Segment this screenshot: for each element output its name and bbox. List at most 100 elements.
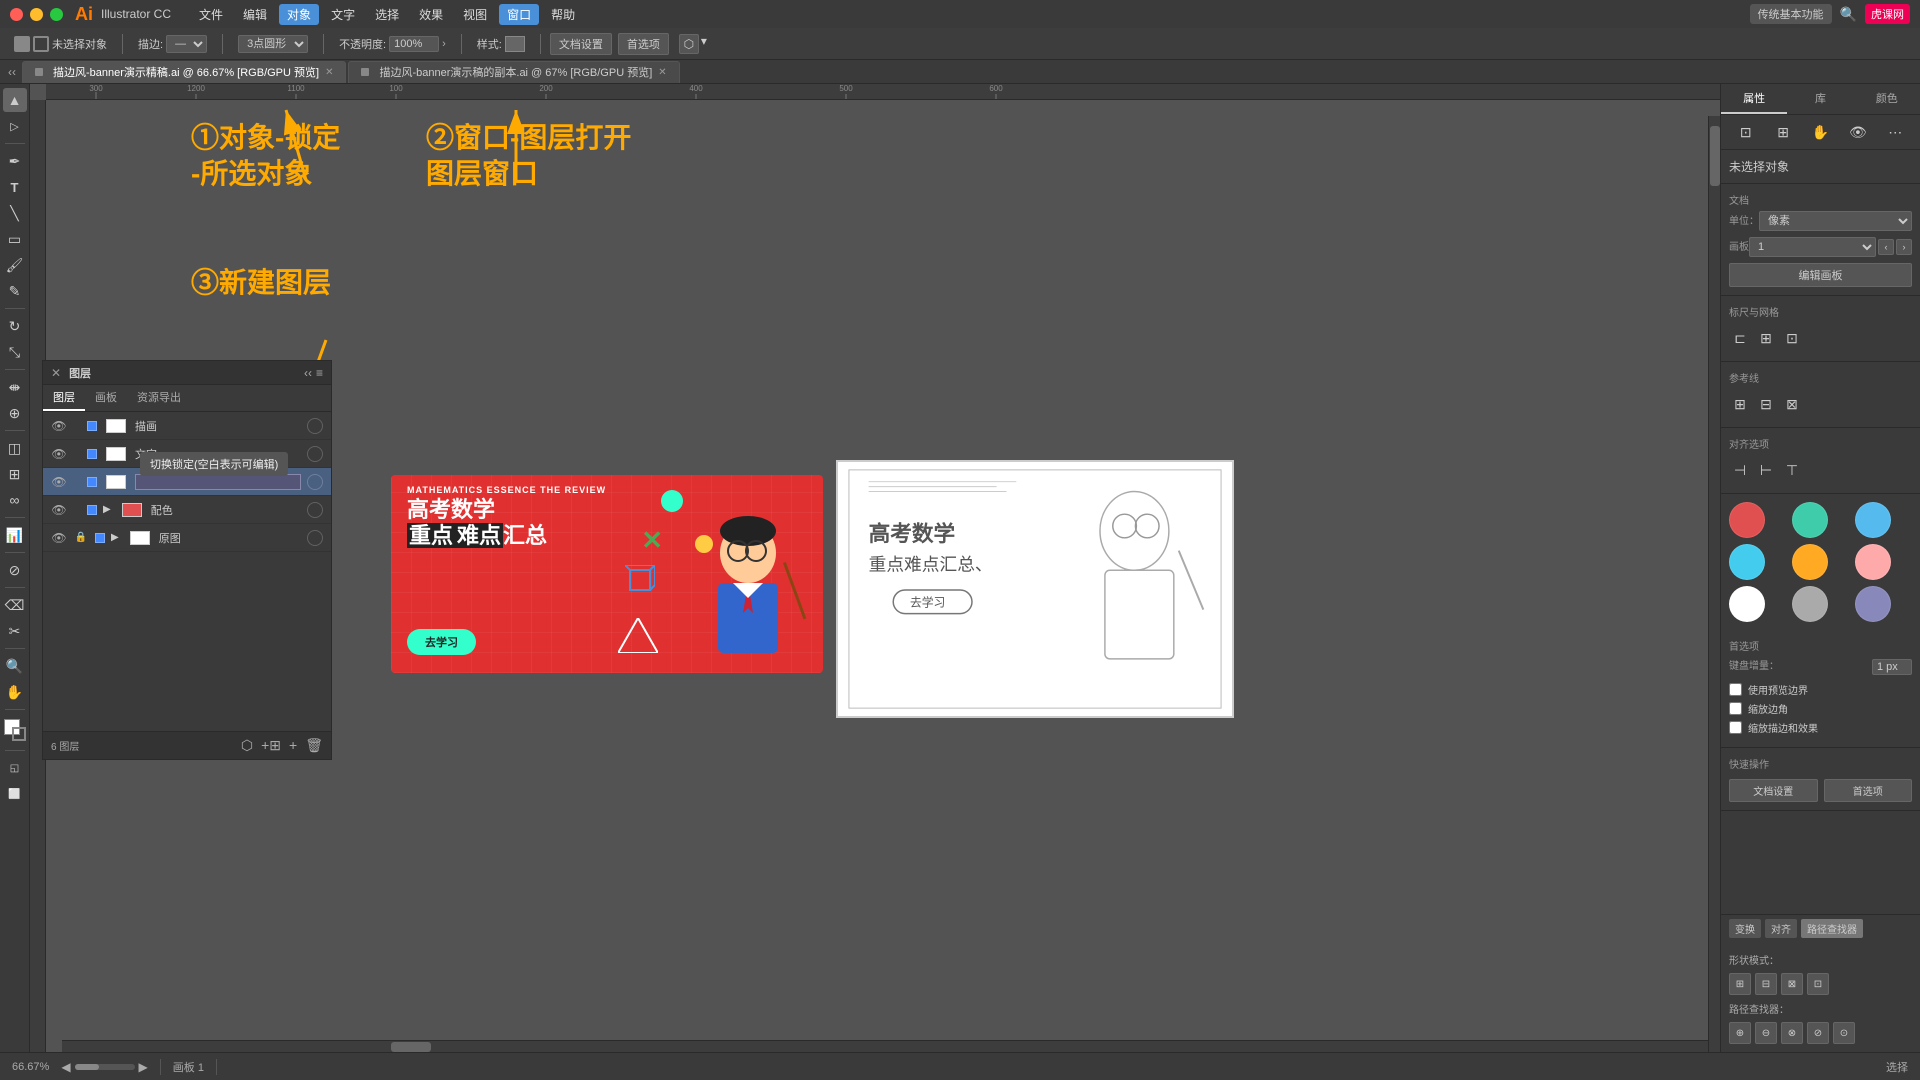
width-tool[interactable]: ⇼ — [3, 375, 27, 399]
doc-settings-button[interactable]: 文档设置 — [550, 33, 612, 55]
scale-tool[interactable]: ⤡ — [3, 340, 27, 364]
shape-mode-1[interactable]: ⊞ — [1729, 973, 1751, 995]
menu-effects[interactable]: 效果 — [411, 4, 451, 25]
transform-tab[interactable]: 变换 — [1729, 919, 1761, 938]
layer-row-wenzi[interactable]: 👁 文字 — [43, 440, 331, 468]
layers-collapse-icon[interactable]: ‹‹ — [304, 366, 312, 380]
scissors-tool[interactable]: ✂ — [3, 619, 27, 643]
pf-2[interactable]: ⊖ — [1755, 1022, 1777, 1044]
layer-expand-peise[interactable]: ▶ — [103, 504, 111, 515]
opacity-input[interactable] — [389, 36, 439, 52]
align-icon-2[interactable]: ⊢ — [1755, 459, 1777, 481]
layers-close-btn[interactable]: ✕ — [51, 366, 61, 380]
text-tool[interactable]: T — [3, 175, 27, 199]
tab-2[interactable]: 描边风-banner演示稿的副本.ai @ 67% [RGB/GPU 预览] ✕ — [348, 61, 679, 83]
arrange-chevron[interactable]: ▾ — [701, 34, 707, 54]
selection-tool[interactable]: ▲ — [3, 88, 27, 112]
shape-builder-tool[interactable]: ⊕ — [3, 401, 27, 425]
layer-lock-yuantu[interactable]: 🔒 — [73, 532, 89, 543]
panel-tab-properties[interactable]: 属性 — [1721, 84, 1787, 114]
layers-tab-layers[interactable]: 图层 — [43, 385, 85, 411]
color-swatch-green[interactable] — [1792, 502, 1828, 538]
make-clip-mask-btn[interactable]: ⬡ — [241, 737, 253, 754]
doc-settings-quick-btn[interactable]: 文档设置 — [1729, 779, 1818, 802]
direct-selection-tool[interactable]: ▷ — [3, 114, 27, 138]
paintbrush-tool[interactable]: 🖌 — [3, 253, 27, 277]
color-swatch-gray[interactable] — [1792, 586, 1828, 622]
pencil-tool[interactable]: ✎ — [3, 279, 27, 303]
layers-tab-artboards[interactable]: 画板 — [85, 385, 127, 411]
menu-window[interactable]: 窗口 — [499, 4, 539, 25]
layer-vis-deshua[interactable]: 👁 — [51, 418, 67, 434]
color-swatch-orange[interactable] — [1792, 544, 1828, 580]
shape-select[interactable]: 3点圆形 — [238, 35, 308, 53]
search-icon[interactable]: 🔍 — [1840, 6, 1857, 23]
pf-4[interactable]: ⊘ — [1807, 1022, 1829, 1044]
arrange-icon[interactable]: ⬡ — [679, 34, 699, 54]
window-controls[interactable] — [10, 8, 63, 21]
layer-row-peise[interactable]: 👁 ▶ 配色 — [43, 496, 331, 524]
zoom-tool[interactable]: 🔍 — [3, 654, 27, 678]
color-swatch-red[interactable] — [1729, 502, 1765, 538]
new-sublayer-btn[interactable]: +⊞ — [261, 737, 281, 754]
menu-object[interactable]: 对象 — [279, 4, 319, 25]
drawing-modes[interactable]: ◱ — [3, 756, 27, 780]
scrollbar-v-thumb[interactable] — [1710, 126, 1720, 186]
layers-menu-icon[interactable]: ≡ — [316, 366, 323, 380]
rotate-tool[interactable]: ↻ — [3, 314, 27, 338]
hand-icon-r[interactable]: ✋ — [1809, 121, 1831, 143]
color-swatch-pink[interactable] — [1855, 544, 1891, 580]
snap-edges-checkbox[interactable] — [1729, 683, 1742, 696]
layers-tab-export[interactable]: 资源导出 — [127, 385, 191, 411]
opacity-chevron[interactable]: › — [442, 38, 446, 50]
unit-select[interactable]: 像素 — [1759, 211, 1912, 231]
workspace-btn[interactable]: 传统基本功能 — [1750, 4, 1832, 24]
layer-name-input-new[interactable] — [135, 474, 301, 490]
tab-2-close[interactable]: ✕ — [658, 67, 666, 78]
pathfinder-tab[interactable]: 路径查找器 — [1801, 919, 1863, 938]
layer-row-deshua[interactable]: 👁 描画 — [43, 412, 331, 440]
panel-tab-color[interactable]: 颜色 — [1854, 84, 1920, 114]
maximize-button[interactable] — [50, 8, 63, 21]
menu-text[interactable]: 文字 — [323, 4, 363, 25]
pen-tool[interactable]: ✒ — [3, 149, 27, 173]
scrollbar-v[interactable] — [1708, 116, 1720, 1052]
close-button[interactable] — [10, 8, 23, 21]
color-swatch-white[interactable] — [1729, 586, 1765, 622]
tab-1-close[interactable]: ✕ — [325, 67, 333, 78]
minimize-button[interactable] — [30, 8, 43, 21]
pf-3[interactable]: ⊗ — [1781, 1022, 1803, 1044]
layer-expand-yuantu[interactable]: ▶ — [111, 532, 119, 543]
pf-1[interactable]: ⊕ — [1729, 1022, 1751, 1044]
zoom-out-btn[interactable]: ◀ — [61, 1060, 70, 1074]
guide-icon-1[interactable]: ⊞ — [1729, 393, 1751, 415]
pf-5[interactable]: ⊙ — [1833, 1022, 1855, 1044]
preferences-button[interactable]: 首选项 — [618, 33, 669, 55]
artboard-select[interactable]: 1 — [1749, 237, 1876, 257]
layer-vis-yuantu[interactable]: 👁 — [51, 530, 67, 546]
menu-edit[interactable]: 编辑 — [235, 4, 275, 25]
fill-stroke-swatch[interactable] — [4, 719, 26, 741]
artboard-next[interactable]: › — [1896, 239, 1912, 255]
menu-file[interactable]: 文件 — [191, 4, 231, 25]
gradient-tool[interactable]: ◫ — [3, 436, 27, 460]
shape-mode-4[interactable]: ⊡ — [1807, 973, 1829, 995]
keyboard-inc-input[interactable] — [1872, 659, 1912, 675]
stroke-select[interactable]: — — [166, 35, 207, 53]
color-swatch-blue[interactable] — [1855, 502, 1891, 538]
guide-icon-2[interactable]: ⊟ — [1755, 393, 1777, 415]
more-icon-r[interactable]: ⋯ — [1884, 121, 1906, 143]
collapse-icon[interactable]: ‹‹ — [8, 65, 16, 79]
scrollbar-h-thumb[interactable] — [391, 1042, 431, 1052]
grid-icon[interactable]: ⊞ — [1755, 327, 1777, 349]
edit-artboard-btn[interactable]: 编辑画板 — [1729, 263, 1912, 287]
blend-tool[interactable]: ∞ — [3, 488, 27, 512]
scrollbar-h[interactable] — [62, 1040, 1708, 1052]
perspective-grid-icon[interactable]: ⊡ — [1781, 327, 1803, 349]
tab-1[interactable]: 描边风-banner演示精稿.ai @ 66.67% [RGB/GPU 预览] … — [22, 61, 346, 83]
eye-icon-r[interactable]: 👁 — [1847, 121, 1869, 143]
align-tab[interactable]: 对齐 — [1765, 919, 1797, 938]
shape-mode-2[interactable]: ⊟ — [1755, 973, 1777, 995]
layer-row-yuantu[interactable]: 👁 🔒 ▶ 原图 — [43, 524, 331, 552]
chart-tool[interactable]: 📊 — [3, 523, 27, 547]
